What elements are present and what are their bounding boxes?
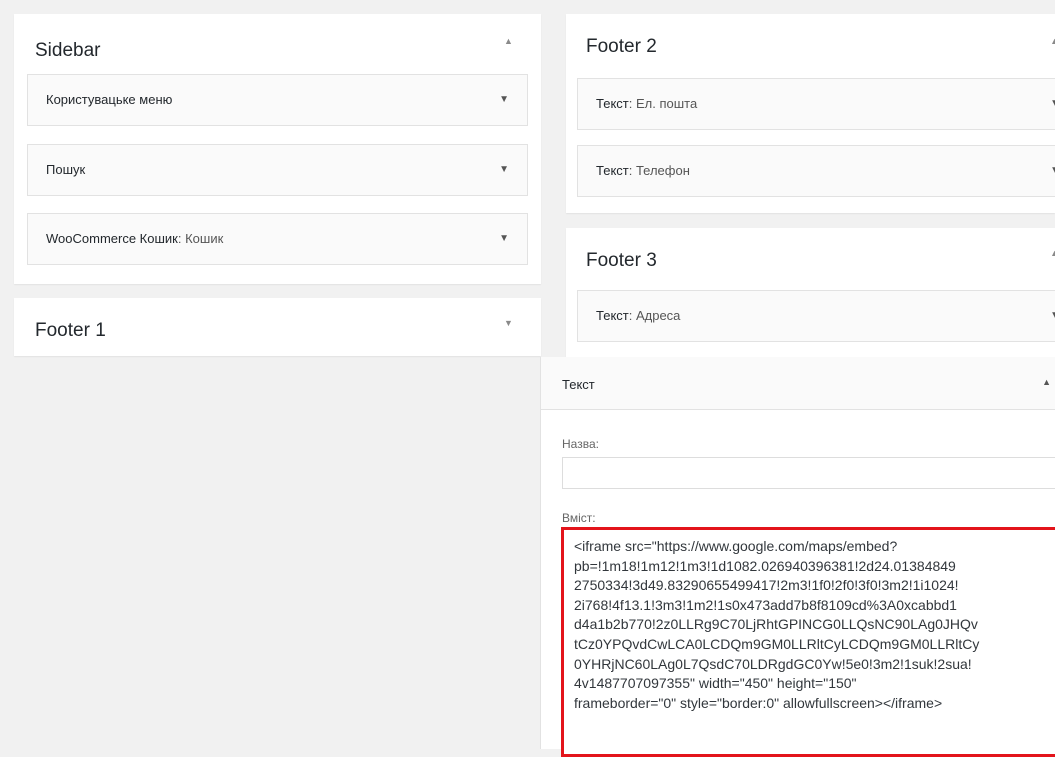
footer1-area-title: Footer 1 [35, 320, 106, 341]
collapse-arrow-icon[interactable]: ▲ [1050, 36, 1055, 46]
expand-arrow-icon[interactable]: ▼ [1050, 165, 1055, 176]
widget-text-address[interactable]: Текст: Адреса ▼ [577, 290, 1055, 342]
sidebar-area-header[interactable]: Sidebar ▲ [14, 14, 541, 78]
expand-arrow-icon[interactable]: ▼ [504, 318, 513, 328]
content-field-label: Вміст: [562, 511, 596, 525]
footer3-area-title: Footer 3 [586, 250, 657, 271]
widget-title: Текст: Ел. пошта [596, 96, 698, 111]
footer1-widget-area[interactable]: Footer 1 ▼ [14, 298, 541, 356]
sidebar-widget-area: Sidebar ▲ Користувацьке меню ▼ Пошук ▼ W… [14, 14, 541, 284]
collapse-arrow-icon[interactable]: ▲ [1050, 248, 1055, 258]
footer3-area-header[interactable]: Footer 3 ▲ [566, 228, 1055, 292]
widget-title: Текст: Адреса [596, 308, 681, 323]
widget-title: Текст: Телефон [596, 163, 690, 178]
widget-title: Пошук [46, 162, 86, 177]
widget-text-email[interactable]: Текст: Ел. пошта ▼ [577, 78, 1055, 130]
expand-arrow-icon[interactable]: ▼ [499, 233, 509, 244]
footer2-widget-area: Footer 2 ▲ Текст: Ел. пошта ▼ Текст: Тел… [566, 14, 1055, 213]
text-widget-header[interactable]: Текст ▲ [541, 357, 1055, 410]
widget-text-phone[interactable]: Текст: Телефон ▼ [577, 145, 1055, 197]
footer3-widget-area: Footer 3 ▲ Текст: Адреса ▼ [566, 228, 1055, 358]
widget-title: Користувацьке меню [46, 92, 173, 107]
footer2-area-header[interactable]: Footer 2 ▲ [566, 14, 1055, 78]
widget-search[interactable]: Пошук ▼ [27, 144, 528, 196]
widget-woocommerce-cart[interactable]: WooCommerce Кошик: Кошик ▼ [27, 213, 528, 265]
sidebar-area-title: Sidebar [35, 40, 101, 61]
footer2-area-title: Footer 2 [586, 36, 657, 57]
expand-arrow-icon[interactable]: ▼ [1050, 98, 1055, 109]
expand-arrow-icon[interactable]: ▼ [499, 164, 509, 175]
collapse-arrow-icon[interactable]: ▲ [1042, 377, 1051, 387]
widget-custom-menu[interactable]: Користувацьке меню ▼ [27, 74, 528, 126]
expand-arrow-icon[interactable]: ▼ [1050, 310, 1055, 321]
text-widget-expanded: Текст ▲ Назва: Вміст: <iframe src="https… [540, 357, 1055, 757]
expand-arrow-icon[interactable]: ▼ [499, 94, 509, 105]
title-input[interactable] [562, 457, 1055, 489]
text-widget-title: Текст [562, 377, 595, 392]
widget-title: WooCommerce Кошик: Кошик [46, 231, 224, 246]
content-textarea[interactable]: <iframe src="https://www.google.com/maps… [561, 527, 1055, 757]
collapse-arrow-icon[interactable]: ▲ [504, 36, 513, 46]
title-field-label: Назва: [562, 437, 599, 451]
